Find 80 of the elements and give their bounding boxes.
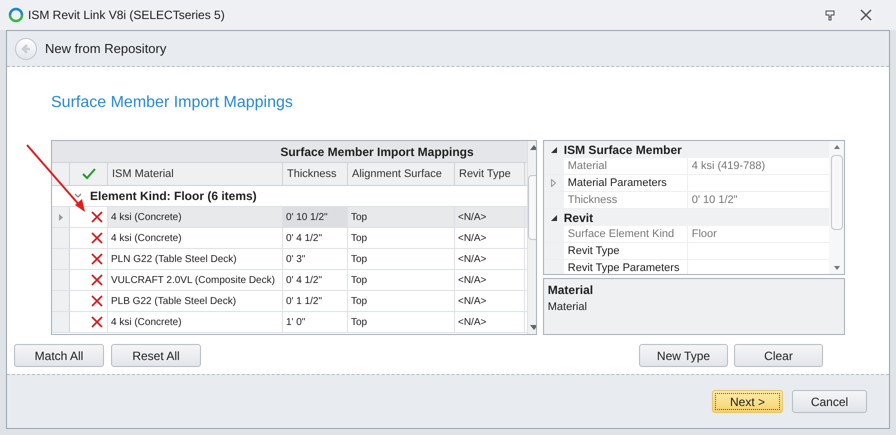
row-header[interactable]	[52, 270, 70, 290]
column-header[interactable]: Alignment Surface	[348, 163, 455, 185]
next-button[interactable]: Next >	[712, 390, 783, 413]
scroll-up-icon[interactable]	[834, 145, 840, 149]
property-name: Thickness	[564, 192, 688, 208]
property-value: 0' 10 1/2"	[690, 192, 739, 208]
table-cell: 1' 0"	[283, 312, 348, 332]
grid-row[interactable]: PLN G22 (Table Steel Deck) 0' 3" Top <N/A>	[52, 249, 527, 270]
back-arrow-icon	[20, 42, 32, 54]
property-name: Revit Type Parameters	[564, 260, 688, 274]
row-header[interactable]	[52, 312, 70, 332]
scrollbar[interactable]	[829, 141, 844, 274]
column-header[interactable]: ISM Material	[108, 163, 283, 185]
grid-row[interactable]: VULCRAFT 2.0VL (Composite Deck) 0' 4 1/2" Top <N/A>	[52, 270, 527, 291]
table-cell: Top	[348, 228, 455, 248]
table-cell: 4 ksi (Concrete)	[108, 312, 283, 332]
table-cell: PLN G22 (Table Steel Deck)	[108, 249, 283, 269]
table-cell: <N/A>	[455, 228, 525, 248]
table-cell: 0' 3"	[283, 249, 348, 269]
grid-row[interactable]: 4 ksi (Concrete) 1' 0" Top <N/A>	[52, 312, 527, 333]
table-cell: 0' 4 1/2"	[283, 270, 348, 290]
property-name: Revit Type	[564, 243, 688, 259]
category-label: Revit	[564, 210, 594, 226]
app-logo-icon	[8, 7, 24, 23]
table-cell: 0' 4 1/2"	[283, 228, 348, 248]
row-header[interactable]	[52, 291, 70, 311]
table-cell: Top	[348, 270, 455, 290]
window-title: ISM Revit Link V8i (SELECTseries 5)	[28, 7, 225, 24]
scroll-up-icon[interactable]	[530, 145, 536, 150]
table-cell: Top	[348, 291, 455, 311]
table-cell: PLB G22 (Table Steel Deck)	[108, 291, 283, 311]
table-cell: Top	[348, 312, 455, 332]
grid-row[interactable]: 4 ksi (Concrete) 0' 4 1/2" Top <N/A>	[52, 228, 527, 249]
collapse-icon[interactable]	[550, 146, 557, 152]
property-value: Floor	[690, 226, 718, 242]
scroll-down-icon[interactable]	[530, 325, 536, 330]
table-cell: <N/A>	[455, 207, 525, 227]
table-cell: <N/A>	[455, 270, 525, 290]
property-name: Surface Element Kind	[564, 226, 688, 242]
property-name: Material	[564, 158, 688, 174]
column-header[interactable]: Revit Type	[455, 163, 525, 185]
grid-row[interactable]: PLB G22 (Table Steel Deck) 0' 1 1/2" Top <N/A>	[52, 291, 527, 312]
collapse-icon[interactable]	[550, 214, 557, 220]
row-header[interactable]	[52, 228, 70, 248]
grid-row[interactable]: 4 ksi (Concrete) 0' 10 1/2" Top <N/A>	[52, 207, 527, 228]
action-button[interactable]: Cancel	[792, 390, 867, 413]
action-button[interactable]: Match All	[14, 344, 104, 367]
table-cell: VULCRAFT 2.0VL (Composite Deck)	[108, 270, 283, 290]
table-cell: 0' 10 1/2"	[283, 207, 348, 227]
chevron-icon[interactable]	[74, 193, 82, 199]
table-cell: <N/A>	[455, 249, 525, 269]
property-value: 4 ksi (419-788)	[690, 158, 766, 174]
group-label: Element Kind: Floor (6 items)	[90, 188, 257, 205]
action-button[interactable]: Reset All	[111, 344, 201, 367]
table-cell: Top	[348, 249, 455, 269]
table-cell: Top	[348, 207, 455, 227]
pin-icon[interactable]	[824, 9, 836, 21]
page-title: Surface Member Import Mappings	[51, 93, 294, 113]
row-header[interactable]	[52, 249, 70, 269]
band-header: Surface Member Import Mappings	[279, 144, 475, 160]
table-cell: <N/A>	[455, 312, 525, 332]
table-cell: 4 ksi (Concrete)	[108, 228, 283, 248]
action-button[interactable]: New Type	[639, 344, 728, 367]
row-header[interactable]	[52, 207, 70, 227]
back-button[interactable]	[15, 38, 37, 60]
description-title: Material	[548, 282, 594, 299]
property-name: Material Parameters	[564, 175, 688, 191]
scroll-thumb[interactable]	[830, 155, 842, 230]
action-button[interactable]: Clear	[734, 344, 823, 367]
row-indicator-icon	[58, 214, 62, 220]
column-header[interactable]: Thickness	[283, 163, 348, 185]
scroll-down-icon[interactable]	[834, 266, 840, 270]
close-icon[interactable]	[860, 9, 872, 21]
description-text: Material	[548, 300, 588, 315]
table-cell: <N/A>	[455, 291, 525, 311]
header-title: New from Repository	[45, 40, 166, 58]
expand-icon[interactable]	[551, 179, 556, 187]
category-label: ISM Surface Member	[564, 142, 682, 158]
checkmark-icon[interactable]	[82, 168, 96, 180]
table-cell: 0' 1 1/2"	[283, 291, 348, 311]
